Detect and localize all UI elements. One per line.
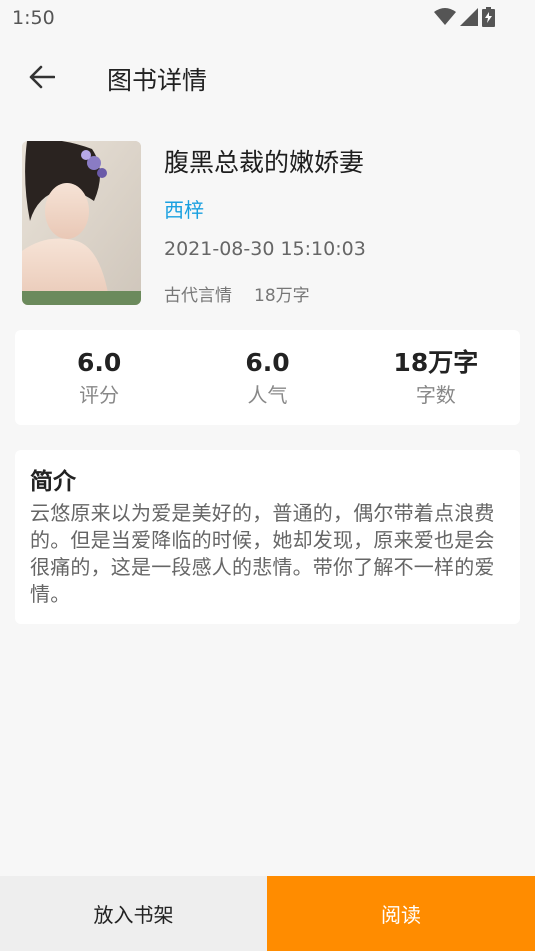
signal-icon (460, 8, 478, 30)
book-cover[interactable] (22, 141, 141, 305)
book-title: 腹黑总裁的嫩娇妻 (164, 148, 365, 177)
book-author-link[interactable]: 西梓 (164, 194, 204, 223)
stat-popularity: 6.0 人气 (183, 330, 351, 425)
status-bar: 1:50 (0, 0, 535, 36)
stat-value: 18万字 (393, 348, 479, 377)
stat-label: 评分 (79, 383, 120, 407)
wifi-icon (434, 8, 456, 30)
stat-value: 6.0 (245, 348, 290, 377)
stat-value: 6.0 (77, 348, 122, 377)
book-updated-time: 2021-08-30 15:10:03 (164, 238, 366, 260)
book-category: 古代言情 (164, 286, 232, 306)
arrow-left-icon (29, 65, 55, 89)
stat-label: 人气 (247, 383, 288, 407)
status-time: 1:50 (12, 7, 55, 29)
add-to-shelf-button[interactable]: 放入书架 (0, 876, 267, 951)
stat-word-count: 18万字 字数 (352, 330, 520, 425)
stat-label: 字数 (415, 383, 456, 407)
bottom-action-bar: 放入书架 阅读 (0, 876, 535, 951)
intro-heading: 简介 (30, 469, 76, 495)
back-button[interactable] (22, 60, 62, 94)
app-bar: 图书详情 (0, 44, 535, 110)
page-title: 图书详情 (107, 66, 208, 95)
stat-rating: 6.0 评分 (15, 330, 183, 425)
book-word-count: 18万字 (254, 286, 310, 306)
book-meta: 古代言情 18万字 (164, 281, 310, 306)
book-header: 腹黑总裁的嫩娇妻 西梓 2021-08-30 15:10:03 古代言情 18万… (0, 140, 535, 310)
status-icons (434, 7, 495, 31)
stats-card: 6.0 评分 6.0 人气 18万字 字数 (15, 330, 520, 425)
read-button[interactable]: 阅读 (267, 876, 535, 951)
battery-icon (482, 7, 495, 31)
intro-text: 云悠原来以为爱是美好的，普通的，偶尔带着点浪费的。但是当爱降临的时候，她却发现，… (30, 501, 495, 606)
intro-card: 简介 云悠原来以为爱是美好的，普通的，偶尔带着点浪费的。但是当爱降临的时候，她却… (15, 450, 520, 624)
